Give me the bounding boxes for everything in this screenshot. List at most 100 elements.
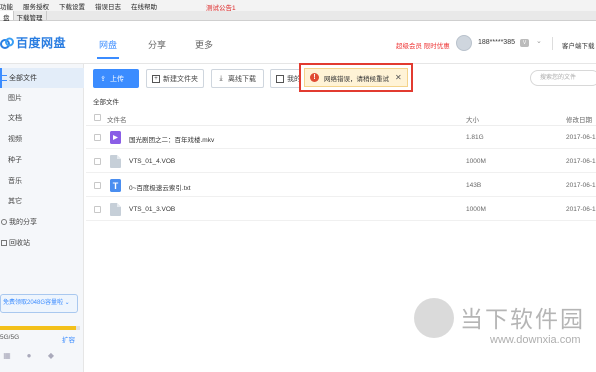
table-row[interactable]: 国光剧团之二：百年戏楼.mkv 1.81G 2017-06-1 (86, 126, 596, 149)
file-date: 2017-06-1 (566, 182, 596, 189)
file-name[interactable]: VTS_01_3.VOB (129, 206, 175, 213)
row-checkbox[interactable] (94, 134, 101, 141)
search-input[interactable]: 搜索您的文件 (530, 70, 596, 86)
sidebar-item-label: 我的分享 (9, 219, 37, 226)
platform-icons: ▦ ● ◆ (2, 350, 68, 360)
chevron-down-icon[interactable]: ⌄ (536, 37, 542, 45)
window-tabs: 盘 下载管理 (0, 11, 596, 22)
breadcrumb: 全部文件 (93, 99, 119, 106)
sidebar-item-music[interactable]: 音乐 (0, 171, 84, 191)
username[interactable]: 188*****385 (478, 39, 515, 46)
offline-download-label: 离线下载 (228, 75, 256, 83)
baidu-netdisk-logo[interactable]: 百度网盘 (0, 34, 66, 51)
menu-item-features[interactable]: 功能 (0, 1, 13, 11)
row-checkbox[interactable] (94, 158, 101, 165)
menu-item-download-settings[interactable]: 下载设置 (59, 1, 85, 11)
storage-usage-text: 5G/5G (0, 334, 20, 341)
file-name[interactable]: VTS_01_4.VOB (129, 158, 175, 165)
file-date: 2017-06-1 (566, 158, 596, 165)
sidebar-item-recycle-bin[interactable]: 回收站 (0, 233, 84, 253)
sidebar-item-label: 种子 (8, 157, 22, 164)
client-download-link[interactable]: 客户端下载 (562, 40, 595, 50)
close-icon[interactable]: ✕ (395, 73, 402, 82)
column-header-size[interactable]: 大小 (466, 114, 479, 124)
file-size: 1.81G (466, 134, 484, 141)
vip-badge-icon: V (520, 39, 529, 47)
upload-label: 上传 (110, 75, 124, 83)
sidebar-item-my-shares[interactable]: 我的分享 (0, 212, 84, 232)
window-tab-disk[interactable]: 盘 (0, 11, 14, 22)
sidebar-item-label: 其它 (8, 198, 22, 205)
expand-storage-link[interactable]: 扩容 (62, 334, 75, 344)
free-storage-promo-button[interactable]: 免费领取2048G容量啦 ⌄ (0, 294, 78, 313)
sidebar-item-label: 文档 (8, 115, 22, 122)
sidebar-item-label: 回收站 (9, 240, 30, 247)
video-file-icon (110, 131, 121, 144)
upload-button[interactable]: ⇪ 上传 (93, 69, 139, 88)
watermark-logo-icon (414, 298, 454, 338)
share-icon (1, 219, 7, 225)
file-date: 2017-06-1 (566, 206, 596, 213)
trash-icon (1, 240, 7, 246)
sidebar-item-label: 全部文件 (9, 75, 37, 82)
avatar[interactable] (456, 35, 472, 51)
table-row[interactable]: VTS_01_3.VOB 1000M 2017-06-1 (86, 198, 596, 221)
generic-file-icon (110, 203, 121, 216)
tab-share[interactable]: 分享 (148, 38, 166, 51)
device-icon (276, 74, 284, 83)
column-header-date[interactable]: 修改日期 (566, 114, 592, 124)
file-name[interactable]: 0~百度极速云索引.txt (129, 182, 191, 192)
menu-icon (1, 75, 7, 81)
text-file-icon: T (110, 179, 121, 192)
file-table-header: 文件名 大小 修改日期 (86, 109, 596, 126)
file-size: 143B (466, 182, 482, 189)
sidebar-item-images[interactable]: 图片 (0, 88, 84, 108)
svg-text:T: T (113, 181, 119, 191)
my-devices-button[interactable]: 我的 (270, 69, 302, 88)
sidebar-item-all-files[interactable]: 全部文件 (0, 68, 84, 88)
vip-promo-link[interactable]: 超级会员 限时优惠 (396, 40, 450, 50)
windows-icon[interactable]: ▦ (2, 350, 12, 360)
sidebar-item-videos[interactable]: 视频 (0, 129, 84, 149)
chevron-down-icon: ⌄ (63, 300, 70, 306)
select-all-checkbox[interactable] (94, 114, 101, 121)
error-icon: ! (310, 73, 319, 82)
table-row[interactable]: VTS_01_4.VOB 1000M 2017-06-1 (86, 150, 596, 173)
tab-netdisk[interactable]: 网盘 (96, 38, 120, 59)
sidebar-item-documents[interactable]: 文档 (0, 108, 84, 128)
sidebar-item-torrents[interactable]: 种子 (0, 150, 84, 170)
watermark-title: 当下软件园 (460, 307, 585, 333)
file-size: 1000M (466, 158, 486, 165)
free-storage-promo-label: 免费领取2048G容量啦 (3, 300, 64, 306)
new-folder-button[interactable]: + 新建文件夹 (146, 69, 204, 88)
cloud-logo-icon (0, 37, 14, 49)
tab-more[interactable]: 更多 (195, 38, 213, 51)
window-tab-download-manager[interactable]: 下载管理 (14, 11, 47, 22)
table-row[interactable]: T 0~百度极速云索引.txt 143B 2017-06-1 (86, 174, 596, 197)
sidebar-item-other[interactable]: 其它 (0, 191, 84, 211)
header-divider (552, 37, 553, 50)
sidebar-item-label: 音乐 (8, 178, 22, 185)
watermark: 当下软件园 www.downxia.com (414, 298, 594, 370)
apple-icon[interactable]: ● (24, 350, 34, 360)
storage-usage-bar (0, 326, 80, 330)
menu-item-online-help[interactable]: 在线帮助 (131, 1, 157, 11)
android-icon[interactable]: ◆ (46, 350, 56, 360)
logo-text: 百度网盘 (16, 36, 67, 50)
offline-download-button[interactable]: ⤓ 离线下载 (211, 69, 264, 88)
error-toast: ! 网络错误，请稍候重试 ✕ (299, 63, 413, 92)
app-header: 百度网盘 网盘 分享 更多 超级会员 限时优惠 188*****385 V ⌄ … (0, 22, 596, 64)
row-checkbox[interactable] (94, 206, 101, 213)
add-folder-icon: + (152, 74, 160, 83)
menu-item-error-log[interactable]: 错误日志 (95, 1, 121, 11)
file-name[interactable]: 国光剧团之二：百年戏楼.mkv (129, 134, 214, 144)
storage-usage-fill (0, 326, 76, 330)
watermark-url: www.downxia.com (490, 334, 581, 346)
file-size: 1000M (466, 206, 486, 213)
new-folder-label: 新建文件夹 (163, 75, 198, 83)
column-header-name[interactable]: 文件名 (107, 114, 127, 124)
download-icon: ⤓ (219, 74, 223, 82)
upload-icon: ⇪ (100, 75, 106, 83)
row-checkbox[interactable] (94, 182, 101, 189)
menu-item-service-auth[interactable]: 服务授权 (23, 1, 49, 11)
